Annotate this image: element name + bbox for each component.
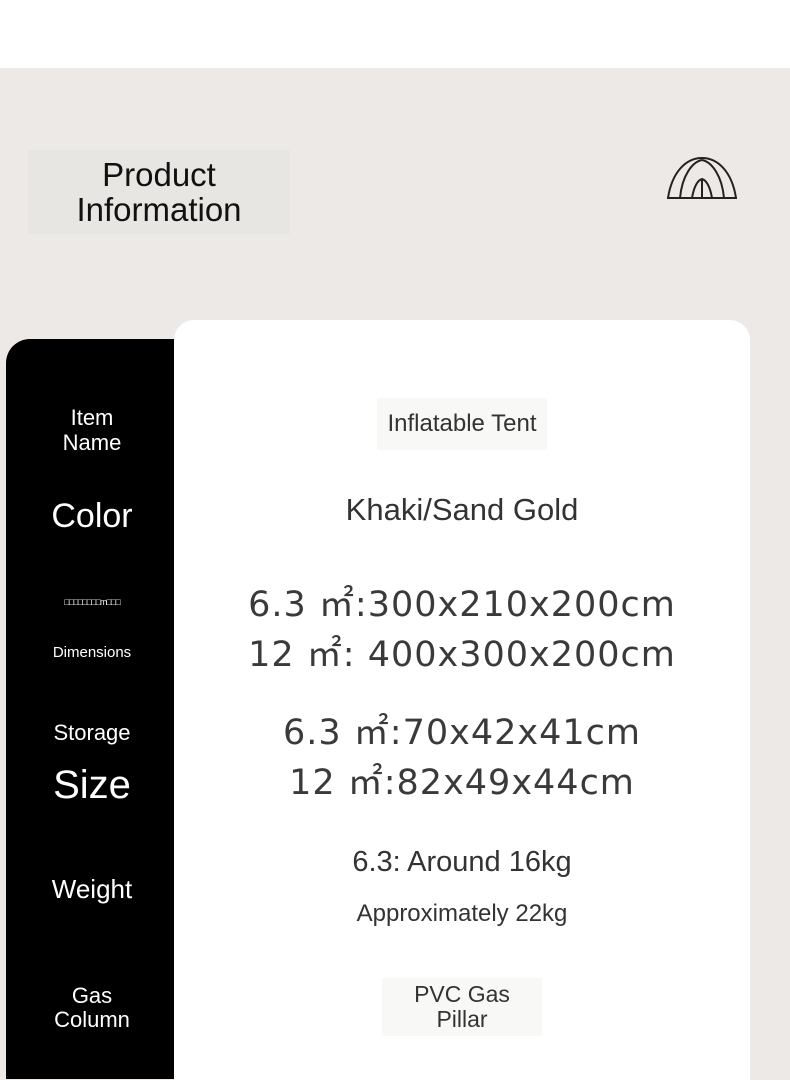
value-weight-12: Approximately 22kg: [356, 900, 568, 927]
label-storage: Storage: [53, 720, 131, 745]
value-gas-column-wrap: PVC Gas Pillar: [174, 978, 750, 1036]
label-color: Color: [51, 497, 133, 535]
top-strip: [0, 0, 790, 68]
label-gas-column: Gas Column: [54, 983, 130, 1032]
heading-box: Product Information: [28, 150, 290, 234]
label-weight: Weight: [51, 874, 133, 904]
value-storage-12: 12 ㎡:82x49x44cm: [289, 763, 635, 803]
value-item-name-wrap: Inflatable Tent: [174, 398, 750, 450]
value-dimensions-12: 12 ㎡: 400x300x200cm: [248, 635, 676, 675]
value-gas-column: PVC Gas Pillar: [382, 978, 542, 1036]
garbled-text: □□□□□□□□m□□□: [64, 597, 120, 607]
label-dimensions: Dimensions: [52, 644, 132, 661]
label-item-name: Item Name: [62, 405, 122, 455]
label-size: Size: [53, 763, 131, 807]
value-weight-6-3: 6.3: Around 16kg: [352, 846, 572, 878]
value-color: Khaki/Sand Gold: [345, 492, 579, 527]
tent-icon: [667, 157, 737, 199]
label-dimensions-garbled: □□□□□□□□m□□□: [6, 596, 178, 608]
value-storage-6-3: 6.3 ㎡:70x42x41cm: [283, 713, 641, 753]
value-item-name: Inflatable Tent: [377, 398, 547, 450]
value-dimensions-6-3: 6.3 ㎡:300x210x200cm: [248, 585, 676, 625]
page-title: Product Information: [76, 156, 242, 228]
